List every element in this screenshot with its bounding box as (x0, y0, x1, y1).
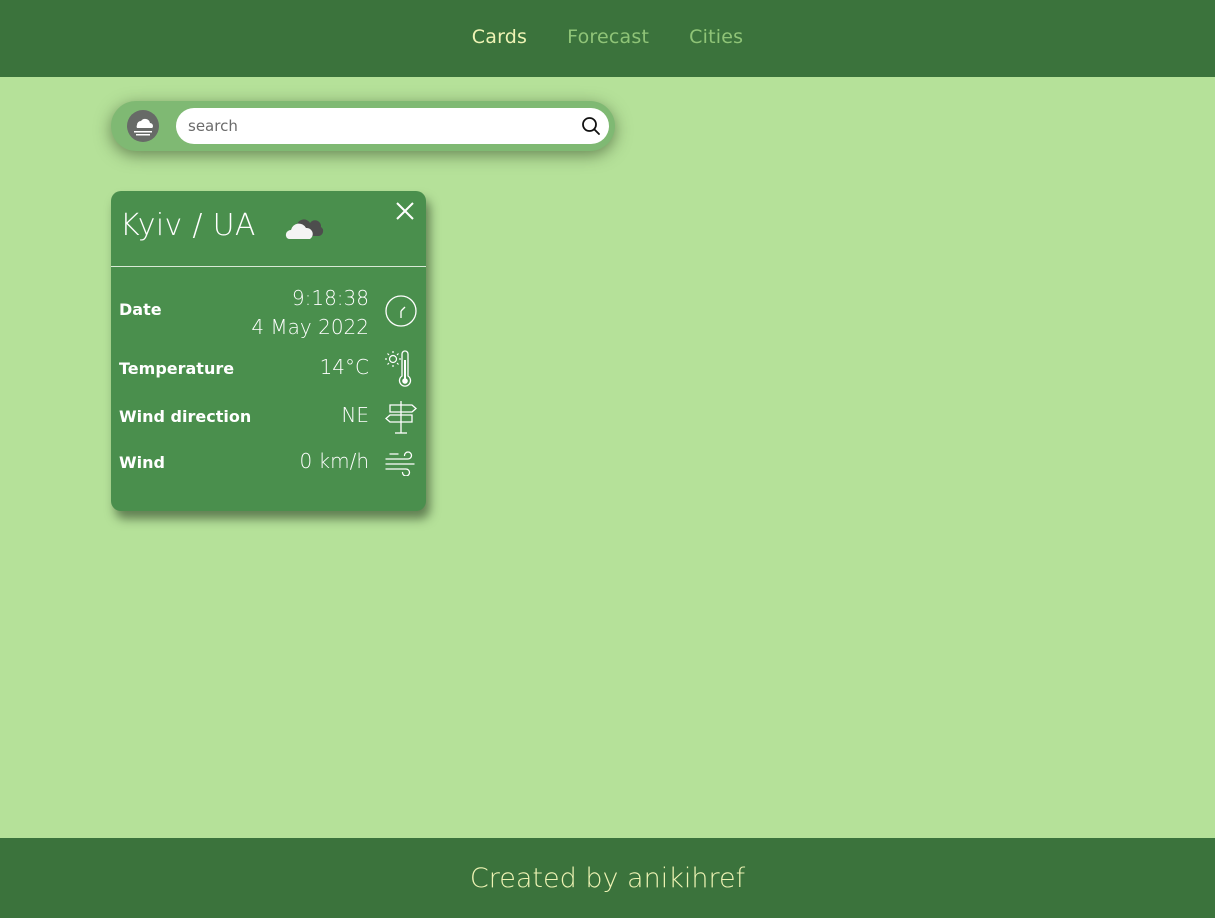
wind-icon (385, 451, 415, 476)
card-divider (111, 266, 426, 267)
fog-icon[interactable] (127, 110, 159, 142)
search-icon[interactable] (581, 116, 601, 136)
close-icon[interactable] (394, 200, 416, 222)
wind-label: Wind (119, 453, 165, 472)
card-title: Kyiv / UA (120, 208, 256, 243)
cloudy-icon (285, 219, 324, 240)
search-input[interactable] (176, 108, 609, 144)
date-label: Date (119, 300, 162, 319)
wind-speed-value: 0 km/h (299, 449, 369, 473)
city-weather-card: Kyiv / UA Date 9:18:38 4 May 2022 Temper… (111, 191, 426, 511)
temperature-value: 14°C (319, 355, 369, 379)
nav-tab-cards[interactable]: Cards (452, 26, 547, 48)
wind-direction-label: Wind direction (119, 407, 252, 426)
footer-credit: Created by anikihref (469, 862, 746, 894)
nav-tab-forecast[interactable]: Forecast (547, 26, 669, 48)
time-value: 9:18:38 (291, 286, 369, 310)
search-bar (111, 101, 615, 151)
footer: Created by anikihref (0, 838, 1215, 918)
nav-tab-cities[interactable]: Cities (669, 26, 763, 48)
signpost-icon (385, 401, 417, 434)
clock-icon (385, 295, 417, 327)
temperature-label: Temperature (119, 359, 235, 378)
wind-direction-value: NE (341, 403, 369, 427)
calendar-date-value: 4 May 2022 (251, 315, 369, 339)
thermometer-icon (385, 350, 412, 387)
top-nav: Cards Forecast Cities (0, 0, 1215, 77)
date-value: 9:18:38 4 May 2022 (251, 284, 369, 342)
